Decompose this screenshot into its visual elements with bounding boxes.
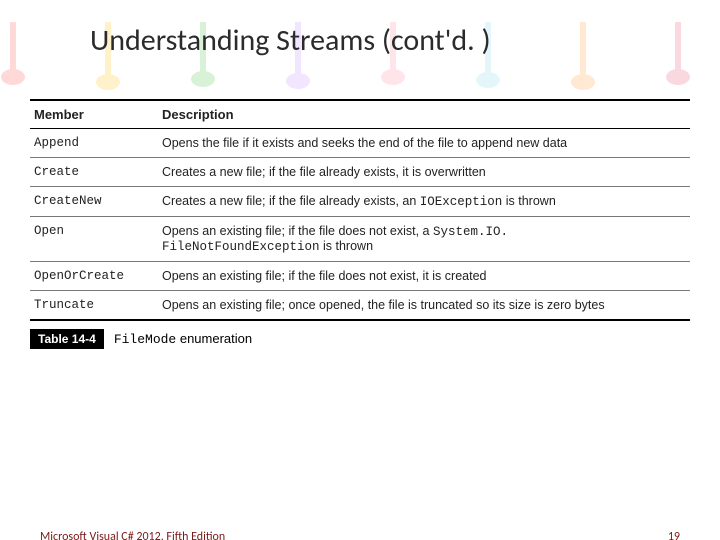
table-caption: Table 14-4 FileMode enumeration: [30, 329, 690, 349]
cell-member: CreateNew: [30, 187, 158, 217]
table-row: Open Opens an existing file; if the file…: [30, 217, 690, 262]
cell-description: Opens an existing file; once opened, the…: [158, 291, 690, 321]
cell-member: Append: [30, 129, 158, 158]
table-row: Create Creates a new file; if the file a…: [30, 158, 690, 187]
col-header-description: Description: [158, 100, 690, 129]
cell-description: Creates a new file; if the file already …: [158, 187, 690, 217]
table-row: CreateNew Creates a new file; if the fil…: [30, 187, 690, 217]
cell-member: Truncate: [30, 291, 158, 321]
cell-member: Create: [30, 158, 158, 187]
cell-description: Opens the file if it exists and seeks th…: [158, 129, 690, 158]
page-number: 19: [668, 530, 680, 540]
enumeration-table: Member Description Append Opens the file…: [30, 99, 690, 349]
table-row: Truncate Opens an existing file; once op…: [30, 291, 690, 321]
caption-badge: Table 14-4: [30, 329, 104, 349]
table-row: Append Opens the file if it exists and s…: [30, 129, 690, 158]
slide-footer: Microsoft Visual C# 2012, Fifth Edition …: [40, 530, 680, 540]
cell-member: Open: [30, 217, 158, 262]
caption-text: FileMode enumeration: [114, 331, 252, 347]
cell-description: Opens an existing file; if the file does…: [158, 217, 690, 262]
footer-left: Microsoft Visual C# 2012, Fifth Edition: [40, 530, 225, 540]
cell-description: Opens an existing file; if the file does…: [158, 262, 690, 291]
table-row: OpenOrCreate Opens an existing file; if …: [30, 262, 690, 291]
cell-member: OpenOrCreate: [30, 262, 158, 291]
col-header-member: Member: [30, 100, 158, 129]
cell-description: Creates a new file; if the file already …: [158, 158, 690, 187]
slide-title: Understanding Streams (cont'd. ): [90, 22, 720, 59]
